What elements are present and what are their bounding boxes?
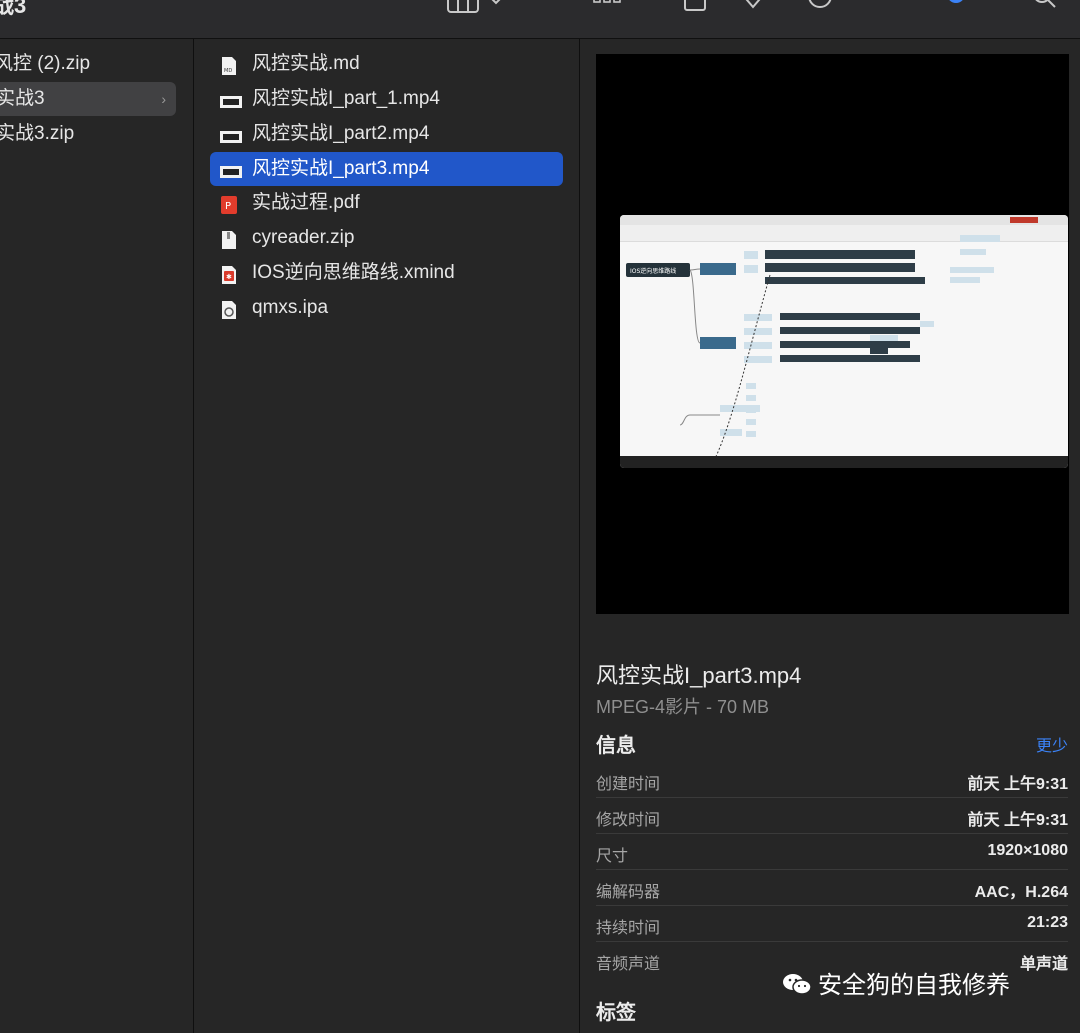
svg-text:✱: ✱ (226, 273, 232, 281)
video-file-icon (220, 124, 242, 144)
list-item[interactable]: 风控 (2).zip (0, 47, 184, 81)
list-item-label: 实战3.zip (0, 123, 75, 144)
list-item-label: 风控 (2).zip (0, 53, 91, 74)
video-file-icon (220, 89, 242, 109)
info-key: 创建时间 (596, 776, 661, 793)
group-icon[interactable] (592, 0, 622, 20)
info-key: 持续时间 (596, 920, 661, 937)
file-row[interactable]: 风控实战I_part2.mp4 (210, 117, 563, 151)
info-value: 前天 上午9:31 (967, 812, 1068, 829)
ipa-file-icon (220, 298, 238, 319)
file-name: 风控实战I_part3.mp4 (252, 158, 430, 179)
file-row[interactable]: MD 风控实战.md (210, 47, 563, 81)
info-key: 修改时间 (596, 812, 661, 829)
info-value: 21:23 (1027, 914, 1068, 931)
info-value: AAC，H.264 (974, 884, 1068, 901)
file-row[interactable]: P 实战过程.pdf (210, 186, 563, 220)
info-heading: 信息 (596, 735, 636, 757)
airdrop-icon[interactable] (944, 0, 984, 20)
file-name: 风控实战I_part2.mp4 (252, 123, 430, 144)
file-name: 风控实战I_part_1.mp4 (252, 88, 440, 109)
preview-pane: IOS逆向思维路线 风控实战I_part3.mp4 MPEG-4影片 - 70 … (580, 39, 1080, 1033)
svg-text:P: P (225, 201, 231, 212)
video-file-icon (220, 159, 242, 179)
info-row-duration: 持续时间 21:23 (596, 905, 1068, 942)
info-key: 尺寸 (596, 848, 629, 865)
info-value: 前天 上午9:31 (967, 776, 1068, 793)
action-icon[interactable] (806, 0, 836, 20)
file-title: 风控实战I_part3.mp4 (596, 663, 802, 688)
column-view-icon[interactable] (446, 0, 480, 22)
info-value: 单声道 (1019, 956, 1068, 973)
share-icon[interactable] (682, 0, 708, 20)
file-name: cyreader.zip (252, 227, 355, 248)
list-item-selected-folder[interactable]: 实战3 › (0, 82, 176, 116)
file-row[interactable]: qmxs.ipa (210, 291, 563, 325)
watermark-text: 安全狗的自我修养 (818, 972, 1010, 999)
info-row-dimensions: 尺寸 1920×1080 (596, 833, 1068, 870)
info-key: 音频声道 (596, 956, 661, 973)
wechat-icon (782, 972, 812, 996)
file-name: qmxs.ipa (252, 297, 329, 318)
toolbar: 战3 (0, 0, 1080, 39)
file-name: 风控实战.md (252, 53, 360, 74)
pdf-file-icon: P (220, 193, 238, 214)
info-value: 1920×1080 (987, 842, 1068, 859)
tags-heading: 标签 (596, 1002, 636, 1024)
search-icon[interactable] (1030, 0, 1060, 20)
show-less-link[interactable]: 更少 (1036, 732, 1068, 756)
file-name: IOS逆向思维路线.xmind (252, 262, 455, 283)
mindmap-diagram: IOS逆向思维路线 (626, 217, 1038, 468)
video-preview[interactable]: IOS逆向思维路线 (596, 54, 1069, 614)
file-kind-size: MPEG-4影片 - 70 MB (596, 697, 770, 717)
tag-icon[interactable] (738, 0, 768, 20)
file-row-selected[interactable]: 风控实战I_part3.mp4 (210, 152, 563, 186)
window-title: 战3 (0, 0, 27, 18)
list-item-label: 实战3 (0, 88, 45, 109)
file-list-column: MD 风控实战.md 风控实战I_part_1.mp4 风控实战I_part2.… (194, 39, 580, 1033)
chevron-right-icon: › (161, 91, 166, 107)
video-frame-thumbnail: IOS逆向思维路线 (620, 215, 1068, 468)
list-item[interactable]: 实战3.zip (0, 117, 186, 151)
markdown-file-icon: MD (220, 54, 238, 75)
zip-file-icon (220, 228, 238, 249)
info-key: 编解码器 (596, 884, 661, 901)
info-row-codecs: 编解码器 AAC，H.264 (596, 869, 1068, 906)
info-row-created: 创建时间 前天 上午9:31 (596, 761, 1068, 798)
file-row[interactable]: ✱ IOS逆向思维路线.xmind (210, 256, 563, 290)
mindmap-root-label: IOS逆向思维路线 (630, 267, 676, 275)
watermark: 安全狗的自我修养 (782, 965, 1010, 1000)
sidebar-column: 风控 (2).zip 实战3 › 实战3.zip (0, 39, 194, 1033)
file-row[interactable]: 风控实战I_part_1.mp4 (210, 82, 563, 116)
svg-text:MD: MD (224, 68, 232, 74)
xmind-file-icon: ✱ (220, 263, 238, 284)
info-row-modified: 修改时间 前天 上午9:31 (596, 797, 1068, 834)
file-row[interactable]: cyreader.zip (210, 221, 563, 255)
file-name: 实战过程.pdf (252, 192, 360, 213)
chevron-down-icon[interactable] (486, 0, 506, 16)
video-frame-statusbar (620, 456, 1068, 468)
